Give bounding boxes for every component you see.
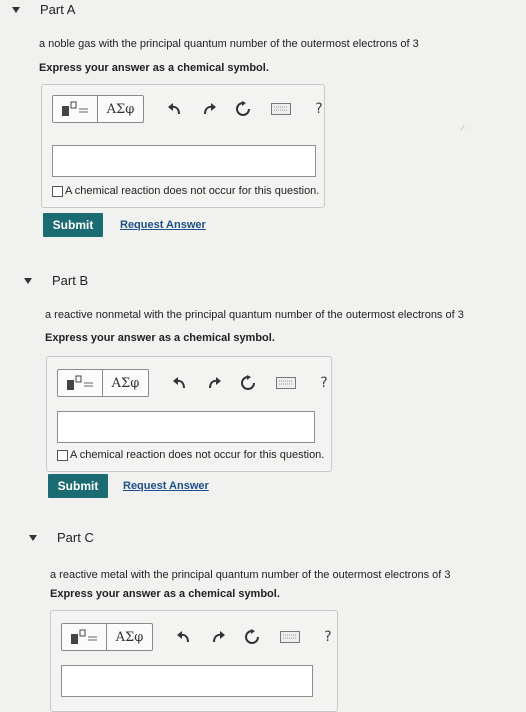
- help-icon[interactable]: ?: [317, 626, 339, 648]
- template-button[interactable]: [57, 369, 103, 397]
- part-c-answer-box: ΑΣφ ?: [50, 610, 338, 712]
- part-a-title: Part A: [40, 2, 76, 17]
- answer-input[interactable]: [61, 665, 313, 697]
- math-toolbar: ΑΣφ ?: [61, 623, 339, 651]
- undo-icon[interactable]: [173, 626, 195, 648]
- fraction-template-icon: [67, 375, 93, 390]
- part-b-answer-box: ΑΣφ ? A chemical reaction does not occur…: [46, 356, 332, 472]
- template-button[interactable]: [52, 95, 98, 123]
- fraction-template-icon: [71, 629, 97, 644]
- greek-symbols-button[interactable]: ΑΣφ: [98, 95, 144, 123]
- part-b-header[interactable]: Part B: [24, 273, 88, 288]
- collapse-caret-icon[interactable]: [12, 6, 20, 13]
- no-reaction-checkbox[interactable]: [52, 185, 63, 197]
- math-toolbar: ΑΣφ ?: [52, 95, 330, 123]
- collapse-caret-icon[interactable]: [29, 534, 37, 541]
- no-reaction-label: A chemical reaction does not occur for t…: [70, 449, 325, 461]
- part-a-question: a noble gas with the principal quantum n…: [39, 38, 419, 50]
- reset-icon[interactable]: [232, 98, 254, 120]
- part-b-question: a reactive nonmetal with the principal q…: [45, 309, 464, 321]
- redo-icon[interactable]: [207, 626, 229, 648]
- math-toolbar: ΑΣφ ?: [57, 369, 335, 397]
- no-reaction-option[interactable]: A chemical reaction does not occur for t…: [52, 185, 319, 197]
- part-c-instruction: Express your answer as a chemical symbol…: [50, 588, 280, 600]
- help-icon[interactable]: ?: [308, 98, 330, 120]
- part-c-header[interactable]: Part C: [29, 530, 94, 545]
- reset-icon[interactable]: [241, 626, 263, 648]
- part-a-instruction: Express your answer as a chemical symbol…: [39, 62, 269, 74]
- keyboard-icon[interactable]: [279, 626, 301, 648]
- template-button[interactable]: [61, 623, 107, 651]
- part-a-answer-box: ΑΣφ ? A chemical reaction does not occur…: [41, 84, 325, 208]
- answer-input[interactable]: [52, 145, 316, 177]
- fraction-template-icon: [62, 101, 88, 116]
- reset-icon[interactable]: [237, 372, 259, 394]
- redo-icon[interactable]: [203, 372, 225, 394]
- greek-symbols-button[interactable]: ΑΣφ: [107, 623, 153, 651]
- part-b-title: Part B: [52, 273, 89, 288]
- part-c-title: Part C: [57, 530, 94, 545]
- no-reaction-option[interactable]: A chemical reaction does not occur for t…: [57, 449, 324, 461]
- redo-icon[interactable]: [198, 98, 220, 120]
- part-c-question: a reactive metal with the principal quan…: [50, 569, 451, 581]
- undo-icon[interactable]: [169, 372, 191, 394]
- submit-button[interactable]: Submit: [43, 213, 103, 237]
- part-b-instruction: Express your answer as a chemical symbol…: [45, 332, 275, 344]
- greek-symbols-button[interactable]: ΑΣφ: [103, 369, 149, 397]
- scan-speck: ⁄ ‧: [462, 124, 469, 133]
- submit-button[interactable]: Submit: [48, 474, 108, 498]
- help-icon[interactable]: ?: [313, 372, 335, 394]
- keyboard-icon[interactable]: [275, 372, 297, 394]
- request-answer-link[interactable]: Request Answer: [120, 219, 206, 231]
- keyboard-icon[interactable]: [270, 98, 292, 120]
- no-reaction-checkbox[interactable]: [57, 449, 68, 461]
- part-a-header[interactable]: Part A: [12, 2, 75, 17]
- undo-icon[interactable]: [164, 98, 186, 120]
- answer-input[interactable]: [57, 411, 315, 443]
- collapse-caret-icon[interactable]: [24, 277, 32, 284]
- request-answer-link[interactable]: Request Answer: [123, 480, 209, 492]
- no-reaction-label: A chemical reaction does not occur for t…: [65, 185, 320, 197]
